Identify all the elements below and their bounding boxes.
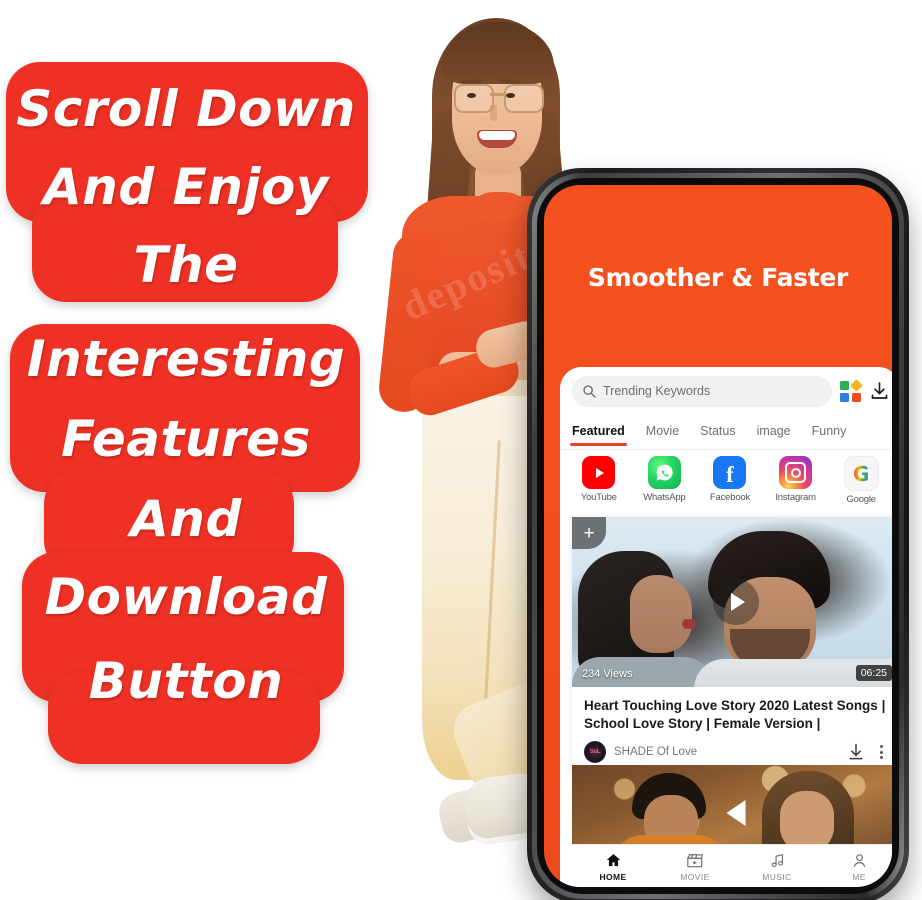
glasses-lens-right [504, 84, 544, 113]
glasses-bridge [490, 93, 506, 96]
tab-movie[interactable]: Movie [646, 424, 679, 441]
eye-left [467, 93, 476, 98]
more-options-button[interactable] [874, 745, 888, 760]
nav-label: MOVIE [680, 871, 710, 882]
video-title: Heart Touching Love Story 2020 Latest So… [572, 687, 892, 735]
video-title-line-1: Heart Touching Love Story 2020 Latest So… [584, 698, 886, 713]
shortcut-instagram[interactable]: Instagram [767, 456, 825, 503]
shortcut-label: WhatsApp [643, 492, 686, 503]
facebook-icon: f [713, 456, 747, 489]
shortcut-label: Google [846, 494, 876, 505]
download-icon [871, 382, 888, 399]
category-tabs: Featured Movie Status image Funny [560, 415, 892, 449]
tab-featured[interactable]: Featured [570, 424, 627, 446]
channel-avatar[interactable]: SoL [584, 741, 606, 764]
app-headline: Smoother & Faster [587, 263, 849, 292]
nav-label: HOME [599, 871, 627, 882]
nav-label: MUSIC [762, 871, 792, 882]
grid-diamond-yellow [850, 378, 863, 392]
grid-square-green [840, 380, 849, 390]
app-shortcuts-row: YouTube WhatsApp f Facebook Instagram G … [560, 450, 892, 512]
search-placeholder: Trending Keywords [603, 384, 711, 398]
google-icon: G [843, 456, 879, 491]
phone-screen: Smoother & Faster Trending Keywords Feat… [544, 185, 892, 887]
shortcut-label: Facebook [709, 492, 751, 503]
shortcut-facebook[interactable]: f Facebook [701, 456, 759, 503]
video-card[interactable]: + 234 Views 06:25 Heart Touching Love St… [572, 517, 892, 774]
play-button[interactable] [713, 579, 759, 625]
shortcut-label: YouTube [580, 492, 617, 503]
download-icon [849, 744, 863, 760]
download-button[interactable] [869, 380, 890, 402]
home-icon [583, 851, 643, 870]
search-icon [583, 385, 596, 398]
add-to-list-button[interactable]: + [572, 517, 606, 549]
callout-line-7: Download [44, 568, 328, 626]
nav-item-movie[interactable]: MOVIE [665, 851, 725, 882]
video-download-button[interactable] [846, 742, 866, 762]
search-input[interactable]: Trending Keywords [572, 375, 832, 407]
video-card-2-thumbnail[interactable] [572, 765, 892, 845]
view-count: 234 Views [582, 668, 633, 680]
tab-status[interactable]: Status [700, 424, 735, 441]
thumb-girl-lips [682, 619, 696, 629]
youtube-icon [582, 456, 616, 489]
bottom-navigation: HOME MOVIE MUSIC ME [572, 844, 892, 887]
thumb2-woman-face [780, 791, 834, 845]
grid-square-red [852, 392, 861, 402]
teeth [479, 131, 515, 140]
nav-item-me[interactable]: ME [829, 851, 889, 882]
shortcut-google[interactable]: G Google [832, 456, 890, 505]
grid-square-blue [840, 392, 849, 402]
eye-right [506, 93, 515, 98]
promo-screenshot: Scroll Down And Enjoy The Interesting Fe… [0, 0, 922, 900]
more-vertical-icon [879, 745, 883, 749]
sweater-collar [472, 192, 526, 222]
video-title-line-2: School Love Story | Female Version | [584, 716, 821, 732]
mouth [477, 130, 517, 148]
whatsapp-icon [647, 456, 681, 489]
grid-apps-icon[interactable] [840, 378, 863, 402]
glasses-icon [452, 84, 544, 113]
phone-glyph [656, 464, 673, 481]
play-icon [731, 593, 745, 611]
more-vertical-icon [879, 750, 883, 754]
shortcut-youtube[interactable]: YouTube [570, 456, 628, 503]
person-icon [829, 851, 889, 870]
nav-item-home[interactable]: HOME [583, 851, 643, 882]
callout-line-3: The [133, 236, 239, 294]
glasses-lens-left [454, 84, 494, 113]
nose [490, 105, 497, 121]
callout-line-4: Interesting [26, 330, 346, 388]
thumb-girl-face [630, 575, 692, 653]
callout-line-1: Scroll Down [16, 80, 356, 138]
play-icon[interactable] [726, 800, 746, 826]
search-row: Trending Keywords [560, 367, 892, 415]
instagram-icon [779, 456, 813, 489]
shortcut-whatsapp[interactable]: WhatsApp [635, 456, 693, 503]
nav-item-music[interactable]: MUSIC [747, 851, 807, 882]
callout-line-6: And [130, 490, 242, 548]
callout-line-8: Button [88, 652, 284, 710]
tab-funny[interactable]: Funny [812, 424, 847, 441]
phone-mockup: Smoother & Faster Trending Keywords Feat… [527, 168, 909, 900]
tab-image[interactable]: image [757, 424, 791, 441]
nav-label: ME [852, 871, 866, 882]
music-note-icon [747, 851, 807, 870]
clapperboard-icon [665, 851, 725, 870]
callout-banner: Scroll Down And Enjoy The Interesting Fe… [0, 62, 372, 764]
channel-name: SHADE Of Love [614, 746, 698, 759]
shortcut-label: Instagram [775, 492, 816, 503]
callout-line-5: Features [61, 410, 311, 468]
app-content-sheet: Trending Keywords Featured Movie Status … [560, 367, 892, 887]
callout-line-2: And Enjoy [43, 158, 329, 216]
video-thumbnail[interactable]: + 234 Views 06:25 [572, 517, 892, 687]
video-duration: 06:25 [855, 665, 892, 681]
more-vertical-icon [879, 756, 883, 760]
avatar-initials: SoL [589, 749, 601, 756]
